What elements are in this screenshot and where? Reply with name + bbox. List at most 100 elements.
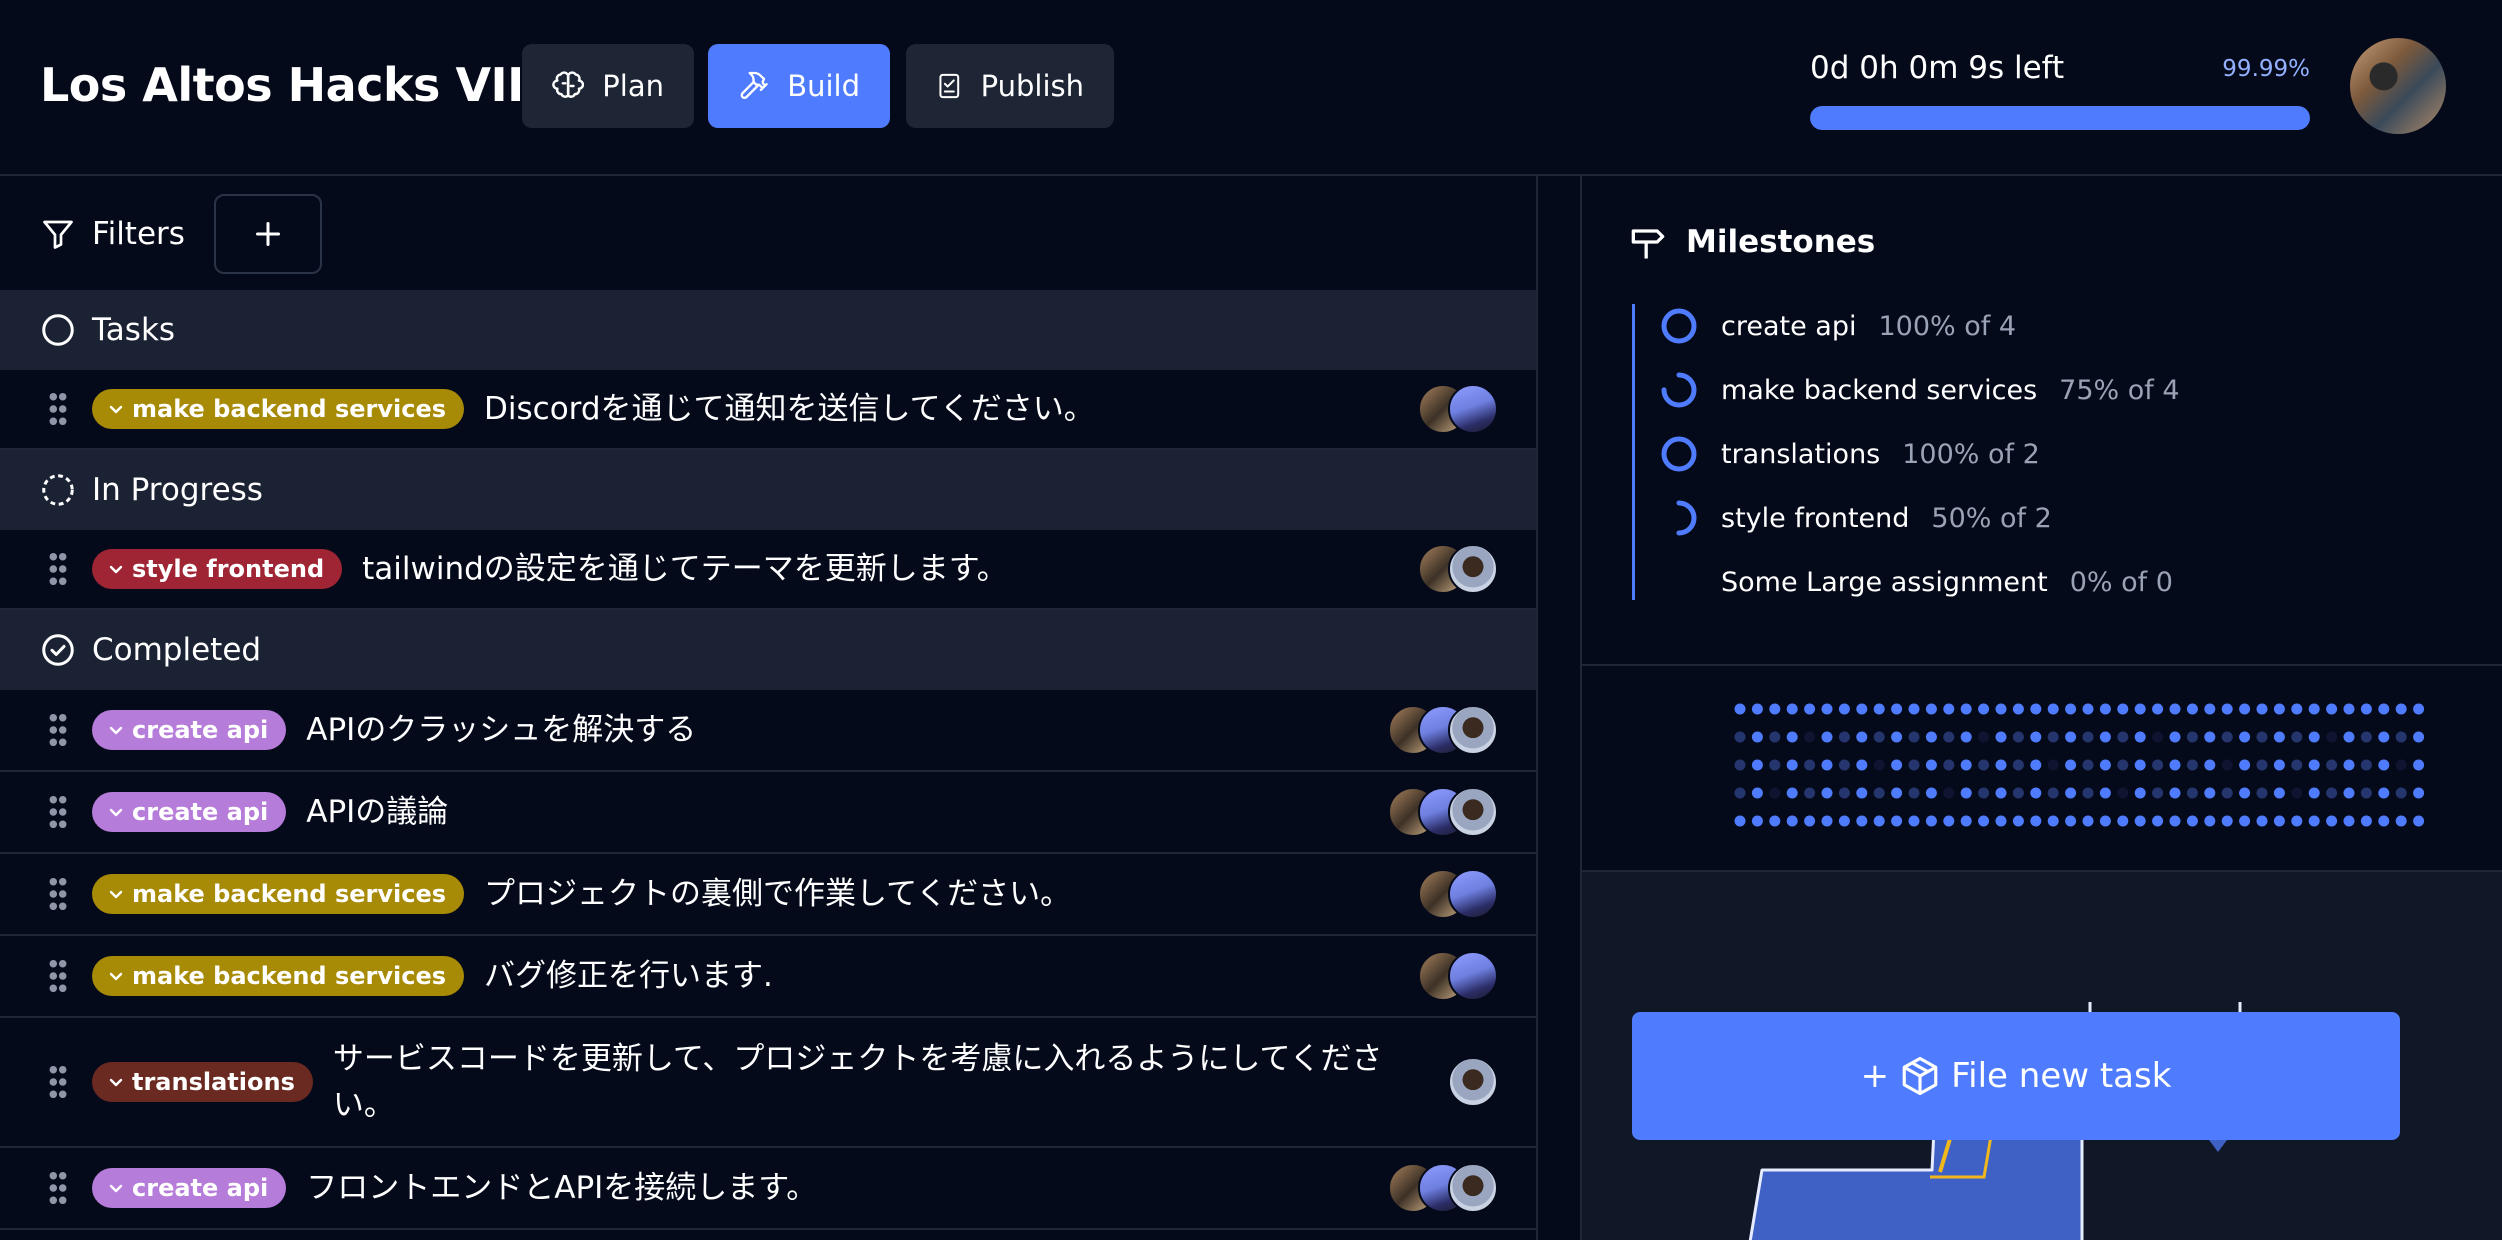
milestone-progress: 75% of 4	[2059, 374, 2180, 406]
heatmap-cell	[2326, 759, 2338, 771]
drag-handle-icon	[49, 392, 67, 426]
publish-button[interactable]: Publish	[906, 44, 1114, 128]
brain-icon	[552, 71, 585, 98]
milestone-item[interactable]: make backend services 75% of 4	[1659, 370, 2180, 410]
chevron-down-icon	[109, 405, 123, 414]
task-row[interactable]: create api APIのクラッシュを解決する	[0, 690, 1536, 772]
build-button[interactable]: Build	[708, 44, 890, 128]
task-row[interactable]: make backend services バグ修正を行います.	[0, 936, 1536, 1018]
heatmap-cell	[2152, 787, 2164, 799]
milestone-tag[interactable]: create api	[92, 792, 287, 832]
heatmap-cell	[1995, 703, 2007, 715]
milestone-tag[interactable]: create api	[92, 1168, 287, 1208]
heatmap-cell	[1978, 815, 1990, 827]
file-new-task-button[interactable]: + File new task	[1632, 1012, 2400, 1140]
milestone-item[interactable]: create api 100% of 4	[1659, 306, 2016, 346]
heatmap-cell	[2117, 815, 2129, 827]
tag-label: translations	[132, 1068, 295, 1096]
heatmap-cell	[2291, 815, 2303, 827]
task-row[interactable]: translations サービスコードを更新して、プロジェクトを考慮に入れるよう…	[0, 1018, 1536, 1148]
heatmap-cell	[1891, 815, 1903, 827]
heatmap-cell	[2343, 815, 2355, 827]
assignee-avatar[interactable]	[1448, 787, 1498, 837]
chevron-down-icon	[109, 890, 123, 899]
heatmap-cell	[1856, 703, 1868, 715]
milestone-item[interactable]: Some Large assignment 0% of 0	[1659, 562, 2173, 602]
plan-button[interactable]: Plan	[522, 44, 694, 128]
heatmap-cell	[1908, 731, 1920, 743]
heatmap-cell	[1821, 703, 1833, 715]
heatmap-cell	[1891, 759, 1903, 771]
filters-button[interactable]: Filters	[40, 216, 185, 252]
heatmap-cell	[2134, 731, 2146, 743]
heatmap-cell	[2012, 815, 2024, 827]
drag-handle[interactable]	[48, 552, 68, 586]
heatmap-cell	[1943, 703, 1955, 715]
heatmap-cell	[1856, 731, 1868, 743]
heatmap-cell	[2360, 759, 2372, 771]
heatmap-cell	[2413, 703, 2425, 715]
assignee-avatar[interactable]	[1448, 1057, 1498, 1107]
milestone-tag[interactable]: translations	[92, 1062, 313, 1102]
group-in-progress[interactable]: In Progress	[0, 450, 1536, 530]
heatmap-cell	[1943, 787, 1955, 799]
assignee-avatar[interactable]	[1448, 544, 1498, 594]
heatmap-cell	[2221, 815, 2233, 827]
drag-handle[interactable]	[48, 392, 68, 426]
milestone-name: make backend services	[1721, 374, 2038, 406]
heatmap-cell	[2169, 787, 2181, 799]
drag-handle[interactable]	[48, 795, 68, 829]
heatmap-cell	[1751, 787, 1763, 799]
assignee-avatar[interactable]	[1448, 384, 1498, 434]
activity-heatmap	[1732, 700, 2432, 830]
heatmap-cell	[2308, 759, 2320, 771]
heatmap-cell	[1960, 815, 1972, 827]
task-row[interactable]: create api フロントエンドとAPIを接続します。	[0, 1148, 1536, 1230]
heatmap-cell	[2030, 787, 2042, 799]
group-tasks[interactable]: Tasks	[0, 290, 1536, 370]
heatmap-cell	[2047, 759, 2059, 771]
heatmap-cell	[2343, 703, 2355, 715]
milestone-tag[interactable]: create api	[92, 710, 287, 750]
assignee-avatars	[1388, 787, 1498, 837]
drag-handle[interactable]	[48, 959, 68, 993]
milestone-tag[interactable]: make backend services	[92, 956, 465, 996]
heatmap-cell	[1925, 759, 1937, 771]
circle-icon	[42, 314, 74, 346]
user-avatar[interactable]	[2350, 38, 2446, 134]
heatmap-cell	[2273, 787, 2285, 799]
milestone-item[interactable]: translations 100% of 2	[1659, 434, 2040, 474]
assignee-avatars	[1388, 1163, 1498, 1213]
heatmap-cell	[2152, 815, 2164, 827]
task-row[interactable]: create api APIの議論	[0, 772, 1536, 854]
assignee-avatar[interactable]	[1448, 951, 1498, 1001]
task-row[interactable]: style frontend tailwindの設定を通じてテーマを更新します。	[0, 530, 1536, 610]
heatmap-cell	[1873, 731, 1885, 743]
heatmap-cell	[2012, 759, 2024, 771]
task-row[interactable]: make backend services Discordを通じて通知を送信してく…	[0, 370, 1536, 450]
add-filter-button[interactable]	[214, 194, 322, 274]
task-title: Discordを通じて通知を送信してください。	[484, 391, 1095, 427]
heatmap-cell	[1960, 703, 1972, 715]
milestone-tag[interactable]: make backend services	[92, 874, 465, 914]
heatmap-cell	[1873, 703, 1885, 715]
drag-handle[interactable]	[48, 713, 68, 747]
assignee-avatar[interactable]	[1448, 1163, 1498, 1213]
heatmap-cell	[2099, 731, 2111, 743]
milestone-tag[interactable]: make backend services	[92, 389, 465, 429]
heatmap-cell	[2221, 731, 2233, 743]
heatmap-cell	[2012, 703, 2024, 715]
group-completed[interactable]: Completed	[0, 610, 1536, 690]
milestone-tag[interactable]: style frontend	[92, 549, 343, 589]
plus-icon	[256, 222, 280, 246]
heatmap-cell	[2012, 787, 2024, 799]
heatmap-cell	[2169, 759, 2181, 771]
assignee-avatar[interactable]	[1448, 705, 1498, 755]
drag-handle[interactable]	[48, 877, 68, 911]
drag-handle[interactable]	[48, 1065, 68, 1099]
milestone-item[interactable]: style frontend 50% of 2	[1659, 498, 2052, 538]
heatmap-cell	[2030, 815, 2042, 827]
task-row[interactable]: make backend services プロジェクトの裏側で作業してください。	[0, 854, 1536, 936]
drag-handle[interactable]	[48, 1171, 68, 1205]
assignee-avatar[interactable]	[1448, 869, 1498, 919]
